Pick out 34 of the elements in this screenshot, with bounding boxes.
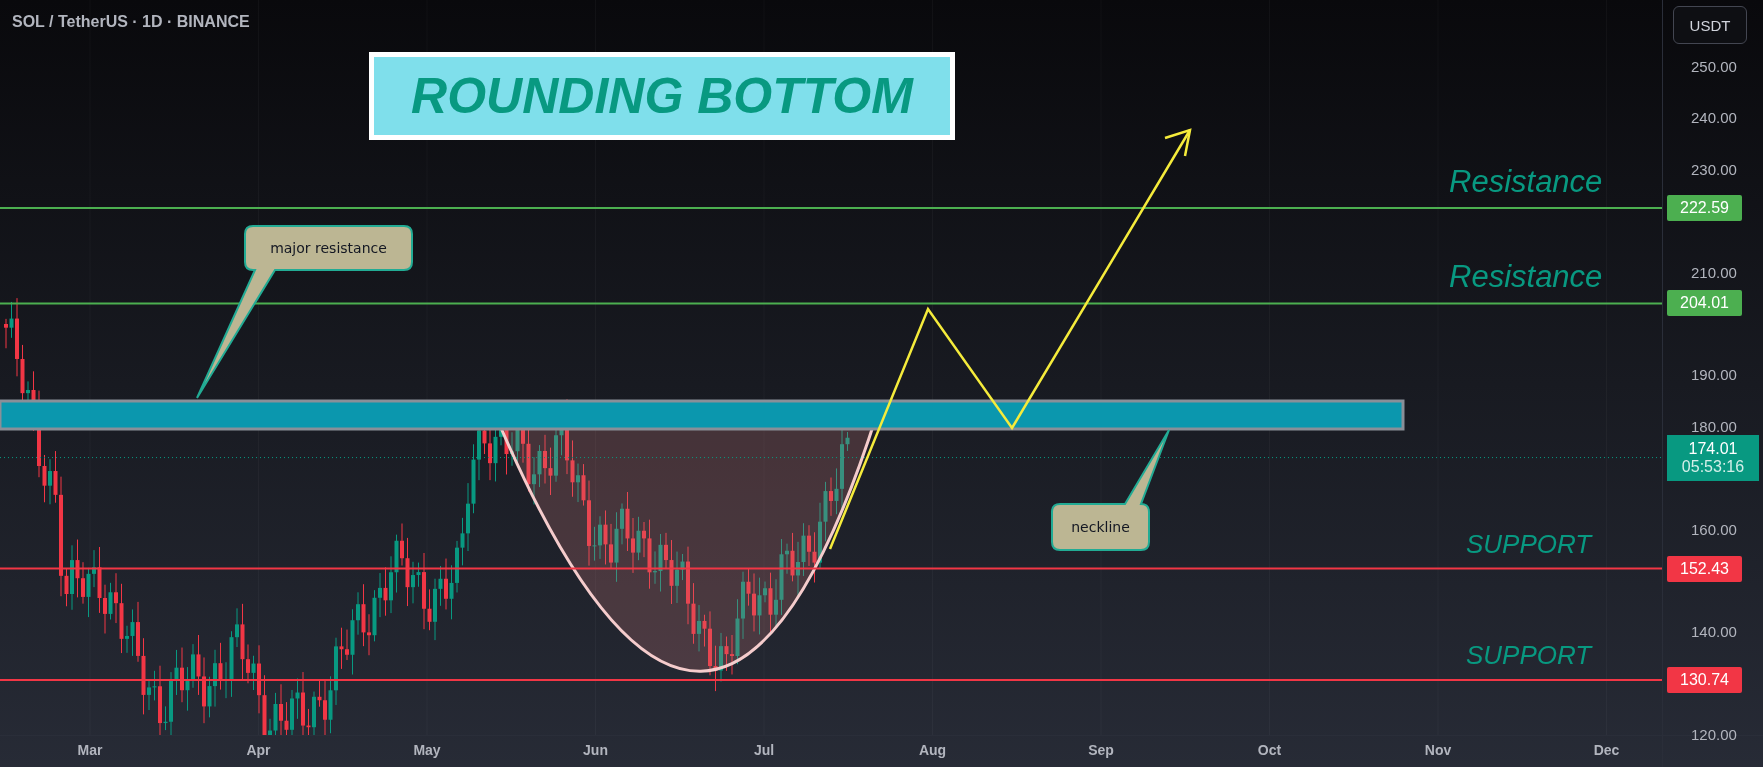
price-tick: 120.00 (1691, 726, 1737, 744)
month-label: Oct (1257, 742, 1282, 758)
month-label: Aug (918, 742, 947, 758)
price-tick: 230.00 (1691, 160, 1737, 178)
month-label: Mar (77, 742, 103, 758)
level-label: SUPPORT (1466, 640, 1592, 671)
currency-button[interactable]: USDT (1673, 6, 1747, 44)
price-tick: 190.00 (1691, 366, 1737, 384)
month-label: Apr (246, 742, 271, 758)
month-label: Jun (583, 742, 608, 758)
symbol-title: SOL / TetherUS · 1D · BINANCE (12, 13, 250, 31)
price-tick: 160.00 (1691, 520, 1737, 538)
price-tick: 140.00 (1691, 623, 1737, 641)
price-tag: 222.59 (1667, 194, 1742, 221)
month-label: Jul (753, 742, 775, 758)
price-tag: 152.43 (1667, 555, 1742, 582)
month-label: Dec (1593, 742, 1620, 758)
price-tick: 180.00 (1691, 417, 1737, 435)
price-tick: 250.00 (1691, 58, 1737, 75)
callout-text: major resistance (270, 240, 387, 256)
price-tag: 204.01 (1667, 290, 1742, 317)
callout-text: neckline (1071, 519, 1130, 535)
level-label: Resistance (1449, 259, 1603, 296)
bar-countdown: 05:53:16 (1681, 457, 1745, 476)
title-banner: ROUNDING BOTTOM (369, 52, 955, 140)
price-tag: 130.74 (1667, 667, 1742, 693)
month-label: May (413, 742, 441, 758)
price-tick: 240.00 (1691, 109, 1737, 127)
level-label: SUPPORT (1466, 528, 1592, 560)
month-label: Sep (1088, 742, 1114, 758)
last-price: 174.01 (1688, 439, 1738, 458)
price-tick: 210.00 (1691, 263, 1737, 281)
month-label: Nov (1424, 742, 1452, 758)
level-label: Resistance (1449, 163, 1603, 200)
